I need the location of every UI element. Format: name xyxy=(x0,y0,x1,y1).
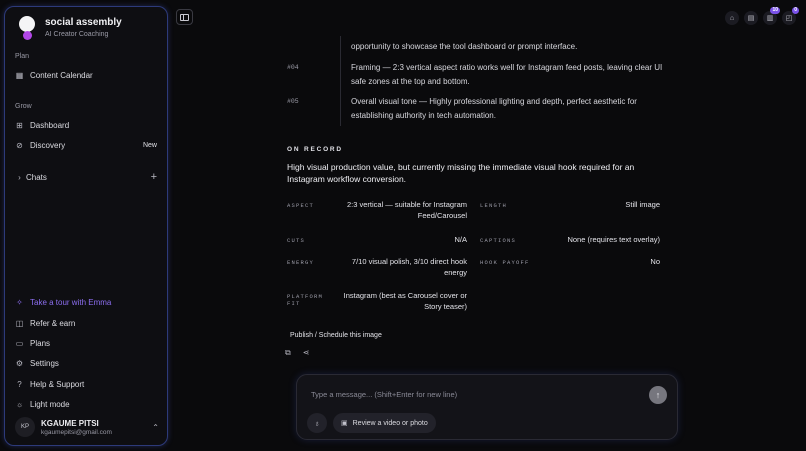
brand-subtitle: AI Creator Coaching xyxy=(45,31,109,38)
copy-icon[interactable]: ⧉ xyxy=(285,348,291,358)
sidebar-item-label: Take a tour with Emma xyxy=(30,297,112,307)
user-email: kgaumepitsi@gmail.com xyxy=(41,428,112,436)
message-actions: ⧉ ⋖ xyxy=(285,348,309,358)
sidebar-item-refer[interactable]: ◫ Refer & earn xyxy=(15,316,157,330)
list-item: #04 Framing — 2:3 vertical aspect ratio … xyxy=(287,61,671,89)
sidebar-toggle-button[interactable] xyxy=(176,9,193,25)
new-badge: New xyxy=(142,141,157,149)
section-label-plan: Plan xyxy=(15,53,30,60)
brand-name: social assembly xyxy=(45,17,122,28)
briefcase-icon[interactable]: ▤ xyxy=(744,11,758,25)
field-hook-payoff: HOOK PAYOFF No xyxy=(480,257,660,266)
user-menu[interactable]: KP KGAUME PITSI kgaumepitsi@gmail.com ⌃ xyxy=(15,417,159,437)
new-chat-plus-icon[interactable]: + xyxy=(151,171,157,183)
field-platform-fit: PLATFORM FIT Instagram (best as Carousel… xyxy=(287,291,467,311)
microphone-icon: ♁ xyxy=(314,418,320,428)
on-record-heading: ON RECORD xyxy=(287,146,343,153)
item-text: Framing — 2:3 vertical aspect ratio work… xyxy=(351,63,663,86)
field-length: LENGTH Still image xyxy=(480,200,660,209)
sidebar-item-label: Refer & earn xyxy=(30,318,76,328)
sidebar-item-label: Settings xyxy=(30,358,59,368)
cart-icon[interactable]: ◰ 0 xyxy=(782,7,799,25)
grid-icon: ⊞ xyxy=(16,120,23,130)
review-media-label: Review a video or photo xyxy=(352,419,428,427)
brand[interactable]: social assembly AI Creator Coaching xyxy=(19,16,122,40)
sidebar-item-tour[interactable]: ✧ Take a tour with Emma xyxy=(15,295,157,309)
microphone-button[interactable]: ♁ xyxy=(307,413,327,433)
message-text-top: opportunity to showcase the tool dashboa… xyxy=(351,42,578,51)
notifications-icon[interactable]: ▥ 10 xyxy=(763,7,780,25)
sidebar-item-dashboard[interactable]: ⊞ Dashboard xyxy=(15,118,157,132)
sparkle-icon: ✧ xyxy=(16,297,23,307)
sun-icon: ☼ xyxy=(15,399,24,409)
arrow-up-icon: ↑ xyxy=(655,390,661,400)
field-captions: CAPTIONS None (requires text overlay) xyxy=(480,235,660,244)
chats-label: Chats xyxy=(26,172,47,182)
sidebar-item-discovery[interactable]: ⊘ Discovery New xyxy=(15,138,157,152)
message-input[interactable]: Type a message... (Shift+Enter for new l… xyxy=(311,390,457,399)
sidebar-item-label: Discovery xyxy=(30,140,66,150)
gear-icon: ⚙ xyxy=(15,358,24,368)
sidebar-item-label: Plans xyxy=(30,338,51,348)
sidebar-item-label: Help & Support xyxy=(30,379,85,389)
on-record-summary: High visual production value, but curren… xyxy=(287,162,635,184)
sidebar-item-light-mode[interactable]: ☼ Light mode xyxy=(15,397,157,411)
notification-count-badge: 10 xyxy=(770,7,780,14)
gift-icon: ◫ xyxy=(15,318,24,328)
avatar: KP xyxy=(15,417,35,437)
sidebar-item-label: Dashboard xyxy=(30,120,70,130)
sidebar-item-settings[interactable]: ⚙ Settings xyxy=(15,356,157,370)
home-icon[interactable]: ⌂ xyxy=(725,11,739,25)
image-icon: ▣ xyxy=(341,420,348,427)
sidebar-item-content-calendar[interactable]: ▦ Content Calendar xyxy=(15,68,157,82)
chevron-updown-icon: ⌃ xyxy=(152,422,159,432)
field-aspect: ASPECT 2:3 vertical — suitable for Insta… xyxy=(287,200,467,220)
chevron-right-icon: › xyxy=(18,172,21,182)
field-cuts: CUTS N/A xyxy=(287,235,467,244)
section-label-grow: Grow xyxy=(15,103,32,110)
top-toolbar: ⌂ ▤ ▥ 10 ◰ 0 xyxy=(725,7,799,25)
review-media-button[interactable]: ▣ Review a video or photo xyxy=(333,413,436,433)
sidebar-item-label: Light mode xyxy=(30,399,70,409)
help-icon: ? xyxy=(17,379,22,389)
list-item: #05 Overall visual tone — Highly profess… xyxy=(287,95,671,123)
sidebar-item-plans[interactable]: ▭ Plans xyxy=(15,336,157,350)
message-composer: Type a message... (Shift+Enter for new l… xyxy=(296,374,678,440)
item-text: Overall visual tone — Highly professiona… xyxy=(351,97,637,120)
sidebar-item-label: Content Calendar xyxy=(30,70,93,80)
item-number: #05 xyxy=(287,98,299,105)
sidebar-item-help[interactable]: ? Help & Support xyxy=(15,377,157,391)
chats-section-toggle[interactable]: › Chats + xyxy=(15,170,157,184)
field-energy: ENERGY 7/10 visual polish, 3/10 direct h… xyxy=(287,257,467,277)
publish-schedule-link[interactable]: Publish / Schedule this image xyxy=(290,332,382,339)
user-name: KGAUME PITSI xyxy=(41,418,99,428)
compass-icon: ⊘ xyxy=(16,140,23,150)
sidebar-panel-icon xyxy=(180,13,189,21)
card-icon: ▭ xyxy=(15,338,24,348)
brand-logo xyxy=(19,16,35,40)
send-button[interactable]: ↑ xyxy=(649,386,667,404)
calendar-icon: ▦ xyxy=(15,70,24,80)
item-number: #04 xyxy=(287,64,299,71)
cart-count-badge: 0 xyxy=(792,7,799,14)
sidebar: social assembly AI Creator Coaching Plan… xyxy=(4,6,168,446)
share-icon[interactable]: ⋖ xyxy=(303,348,310,358)
